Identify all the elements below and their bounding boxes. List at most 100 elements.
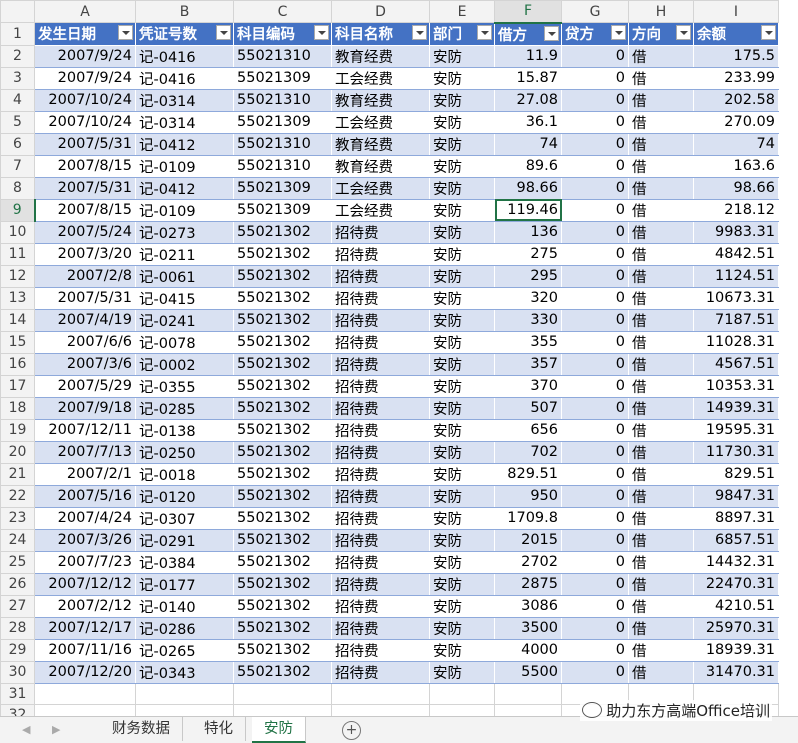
- table-cell[interactable]: 55021302: [233, 374, 332, 398]
- table-cell[interactable]: 借: [628, 154, 694, 178]
- table-cell[interactable]: 0: [561, 242, 629, 266]
- table-cell[interactable]: [429, 703, 495, 716]
- table-cell[interactable]: 55021309: [233, 66, 332, 90]
- table-cell[interactable]: 7187.51: [693, 308, 779, 332]
- table-cell[interactable]: 0: [561, 286, 629, 310]
- table-cell[interactable]: 记-0109: [135, 198, 234, 222]
- table-cell[interactable]: 1124.51: [693, 264, 779, 288]
- sheet-tab[interactable]: 安防: [252, 717, 306, 743]
- table-cell[interactable]: 0: [561, 330, 629, 354]
- row-number[interactable]: 24: [0, 528, 35, 552]
- table-cell[interactable]: 安防: [429, 660, 495, 684]
- worksheet-table[interactable]: ABCDEFGHI 1 发生日期 凭证号数 科目编码 科目名称 部门 借方 贷方 方向 余额 2 20…: [0, 0, 779, 716]
- table-cell[interactable]: 2007/5/16: [34, 484, 136, 508]
- column-header-d[interactable]: D: [331, 0, 430, 23]
- table-cell[interactable]: 记-0307: [135, 506, 234, 530]
- table-cell[interactable]: 2007/12/12: [34, 572, 136, 596]
- table-cell[interactable]: 记-0002: [135, 352, 234, 376]
- column-header-b[interactable]: B: [135, 0, 234, 23]
- table-cell[interactable]: 招待费: [331, 594, 430, 618]
- table-cell[interactable]: 14939.31: [693, 396, 779, 420]
- table-cell[interactable]: 0: [561, 462, 629, 486]
- table-cell[interactable]: 0: [561, 484, 629, 508]
- filter-dropdown-icon[interactable]: [216, 25, 231, 40]
- table-cell[interactable]: 招待费: [331, 462, 430, 486]
- row-number[interactable]: 8: [0, 176, 35, 200]
- row-number[interactable]: 2: [0, 44, 35, 68]
- select-all-corner[interactable]: [0, 0, 35, 23]
- table-cell[interactable]: 55021302: [233, 594, 332, 618]
- table-cell[interactable]: 安防: [429, 638, 495, 662]
- row-number[interactable]: 27: [0, 594, 35, 618]
- table-cell[interactable]: 借: [628, 88, 694, 112]
- table-cell[interactable]: 55021302: [233, 638, 332, 662]
- table-cell[interactable]: 55021309: [233, 198, 332, 222]
- table-cell[interactable]: 2007/10/24: [34, 110, 136, 134]
- table-cell[interactable]: 55021302: [233, 286, 332, 310]
- table-cell[interactable]: 55021302: [233, 572, 332, 596]
- table-cell[interactable]: 2007/3/6: [34, 352, 136, 376]
- table-cell[interactable]: [34, 703, 136, 716]
- table-cell[interactable]: [494, 682, 562, 705]
- table-cell[interactable]: 借: [628, 352, 694, 376]
- row-number[interactable]: 10: [0, 220, 35, 244]
- table-cell[interactable]: [233, 682, 332, 705]
- table-cell[interactable]: 14432.31: [693, 550, 779, 574]
- add-sheet-icon[interactable]: +: [342, 721, 361, 740]
- table-cell[interactable]: 55021302: [233, 660, 332, 684]
- table-cell[interactable]: 295: [494, 264, 562, 288]
- table-cell[interactable]: [331, 703, 430, 716]
- row-number[interactable]: 20: [0, 440, 35, 464]
- table-cell[interactable]: 0: [561, 352, 629, 376]
- table-cell[interactable]: 0: [561, 66, 629, 90]
- table-cell[interactable]: 4000: [494, 638, 562, 662]
- table-cell[interactable]: 4210.51: [693, 594, 779, 618]
- row-number[interactable]: 7: [0, 154, 35, 178]
- table-cell[interactable]: 借: [628, 506, 694, 530]
- table-cell[interactable]: 27.08: [494, 88, 562, 112]
- row-number[interactable]: 14: [0, 308, 35, 332]
- table-cell[interactable]: 55021302: [233, 528, 332, 552]
- table-cell[interactable]: 55021302: [233, 484, 332, 508]
- table-cell[interactable]: 记-0109: [135, 154, 234, 178]
- table-cell[interactable]: 安防: [429, 550, 495, 574]
- table-cell[interactable]: 借: [628, 484, 694, 508]
- table-cell[interactable]: 记-0415: [135, 286, 234, 310]
- table-cell[interactable]: 18939.31: [693, 638, 779, 662]
- table-cell[interactable]: 0: [561, 154, 629, 178]
- table-cell[interactable]: 记-0250: [135, 440, 234, 464]
- table-cell[interactable]: 19595.31: [693, 418, 779, 442]
- table-cell[interactable]: 2007/6/6: [34, 330, 136, 354]
- table-cell[interactable]: 15.87: [494, 66, 562, 90]
- row-number[interactable]: 15: [0, 330, 35, 354]
- header-cell[interactable]: 凭证号数: [135, 22, 234, 46]
- filter-dropdown-icon[interactable]: [118, 25, 133, 40]
- table-cell[interactable]: 借: [628, 220, 694, 244]
- table-cell[interactable]: 记-0343: [135, 660, 234, 684]
- table-cell[interactable]: 记-0078: [135, 330, 234, 354]
- table-cell[interactable]: 2007/8/15: [34, 198, 136, 222]
- table-cell[interactable]: 借: [628, 264, 694, 288]
- table-cell[interactable]: 2007/10/24: [34, 88, 136, 112]
- row-number[interactable]: 21: [0, 462, 35, 486]
- table-cell[interactable]: 安防: [429, 440, 495, 464]
- table-cell[interactable]: 记-0285: [135, 396, 234, 420]
- table-cell[interactable]: 55021302: [233, 506, 332, 530]
- table-cell[interactable]: 工会经费: [331, 176, 430, 200]
- table-cell[interactable]: 8897.31: [693, 506, 779, 530]
- table-cell[interactable]: [429, 682, 495, 705]
- tab-scroll-left-icon[interactable]: ◀: [22, 723, 30, 736]
- table-cell[interactable]: 55021302: [233, 616, 332, 640]
- table-cell[interactable]: 0: [561, 396, 629, 420]
- table-cell[interactable]: 记-0314: [135, 110, 234, 134]
- table-cell[interactable]: 安防: [429, 220, 495, 244]
- table-cell[interactable]: 55021310: [233, 88, 332, 112]
- table-cell[interactable]: 安防: [429, 528, 495, 552]
- table-cell[interactable]: 招待费: [331, 330, 430, 354]
- header-cell[interactable]: 贷方: [561, 22, 629, 46]
- table-cell[interactable]: 记-0314: [135, 88, 234, 112]
- table-cell[interactable]: 教育经费: [331, 88, 430, 112]
- table-cell[interactable]: 1709.8: [494, 506, 562, 530]
- row-number[interactable]: 17: [0, 374, 35, 398]
- table-cell[interactable]: 0: [561, 176, 629, 200]
